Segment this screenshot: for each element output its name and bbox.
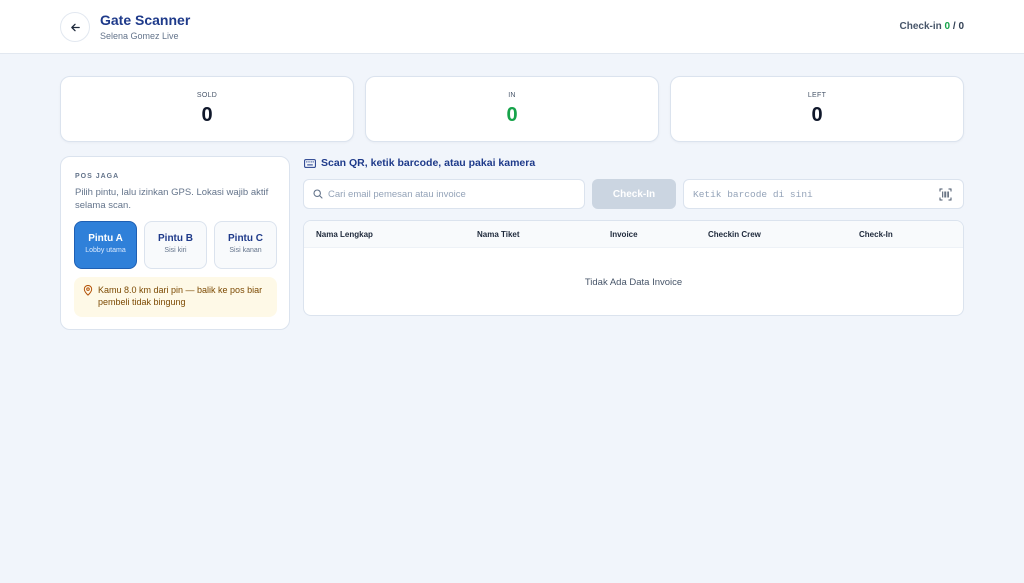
checkin-table: Nama Lengkap Nama Tiket Invoice Checkin … bbox=[303, 220, 964, 316]
table-empty-message: Tidak Ada Data Invoice bbox=[584, 277, 683, 288]
invoice-search-box bbox=[303, 179, 585, 209]
table-header: Nama Lengkap Nama Tiket Invoice Checkin … bbox=[304, 221, 963, 248]
app-header: Gate Scanner Selena Gomez Live Check-in … bbox=[0, 0, 1024, 54]
stat-card-left: LEFT 0 bbox=[670, 76, 964, 142]
keyboard-icon bbox=[304, 158, 316, 168]
gate-button-pintu-a[interactable]: Pintu A Lobby utama bbox=[74, 221, 137, 269]
invoice-search-input[interactable] bbox=[328, 185, 578, 204]
distance-warning: Kamu 8.0 km dari pin — balik ke pos biar… bbox=[74, 277, 277, 317]
back-button[interactable] bbox=[60, 12, 90, 42]
scan-title-text: Scan QR, ketik barcode, atau pakai kamer… bbox=[321, 157, 536, 169]
check-in-button[interactable]: Check-In bbox=[592, 179, 676, 209]
barcode-box bbox=[683, 179, 964, 209]
stat-card-sold: SOLD 0 bbox=[60, 76, 354, 142]
map-pin-icon bbox=[83, 285, 93, 296]
stat-value-left: 0 bbox=[811, 104, 823, 126]
search-icon bbox=[313, 189, 323, 199]
checkin-total-count: 0 bbox=[958, 21, 964, 32]
gate-name: Pintu C bbox=[228, 233, 263, 244]
column-header-invoice[interactable]: Invoice bbox=[610, 230, 638, 239]
stat-value-sold: 0 bbox=[201, 104, 213, 126]
stat-label-sold: SOLD bbox=[196, 92, 218, 99]
column-header-check-in[interactable]: Check-In bbox=[859, 230, 893, 239]
stat-label-in: IN bbox=[508, 92, 516, 99]
distance-warning-text: Kamu 8.0 km dari pin — balik ke pos biar… bbox=[98, 285, 263, 307]
gate-name: Pintu B bbox=[158, 233, 193, 244]
pos-jaga-panel: POS JAGA Pilih pintu, lalu izinkan GPS. … bbox=[60, 156, 290, 330]
gate-subtitle: Sisi kanan bbox=[229, 247, 262, 254]
page-title: Gate Scanner bbox=[100, 12, 191, 28]
event-subtitle: Selena Gomez Live bbox=[100, 31, 179, 41]
stat-card-in: IN 0 bbox=[365, 76, 659, 142]
column-header-checkin-crew[interactable]: Checkin Crew bbox=[708, 230, 761, 239]
barcode-scan-icon[interactable] bbox=[939, 188, 952, 201]
gate-subtitle: Lobby utama bbox=[85, 247, 126, 254]
column-header-nama-tiket[interactable]: Nama Tiket bbox=[477, 230, 520, 239]
gate-button-pintu-b[interactable]: Pintu B Sisi kiri bbox=[144, 221, 207, 269]
gate-name: Pintu A bbox=[88, 233, 123, 244]
checkin-counter: Check-in 0 / 0 bbox=[900, 21, 964, 32]
column-header-nama-lengkap[interactable]: Nama Lengkap bbox=[316, 230, 373, 239]
pos-description: Pilih pintu, lalu izinkan GPS. Lokasi wa… bbox=[75, 187, 269, 211]
gate-button-pintu-c[interactable]: Pintu C Sisi kanan bbox=[214, 221, 277, 269]
checkin-label: Check-in bbox=[899, 21, 942, 32]
barcode-input[interactable] bbox=[693, 185, 933, 204]
stat-value-in: 0 bbox=[506, 104, 518, 126]
arrow-left-icon bbox=[70, 23, 80, 31]
stat-label-left: LEFT bbox=[807, 92, 827, 99]
scan-section-title: Scan QR, ketik barcode, atau pakai kamer… bbox=[304, 157, 535, 169]
pos-heading: POS JAGA bbox=[75, 173, 120, 180]
gate-subtitle: Sisi kiri bbox=[164, 247, 187, 254]
